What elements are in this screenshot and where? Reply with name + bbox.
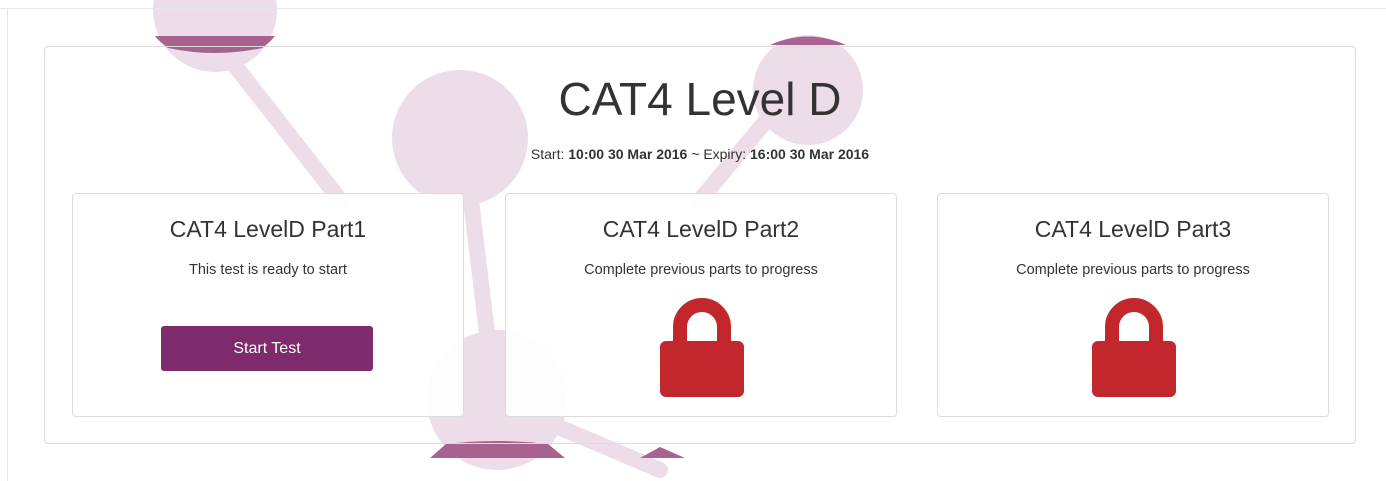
part-title: CAT4 LevelD Part1 [169, 216, 367, 242]
expiry-datetime: 16:00 30 Mar 2016 [750, 146, 870, 162]
part-status-message: Complete previous parts to progress [584, 262, 818, 278]
start-datetime: 10:00 30 Mar 2016 [568, 146, 688, 162]
lock-icon [660, 298, 744, 397]
part-title: CAT4 LevelD Part3 [1034, 216, 1232, 242]
expiry-label: Expiry: [703, 146, 747, 162]
lock-icon [1092, 298, 1176, 397]
page-frame: CAT4 Level D Start: 10:00 30 Mar 2016 ~ … [0, 0, 1386, 481]
part-title: CAT4 LevelD Part2 [602, 216, 800, 242]
date-separator: ~ [691, 146, 700, 162]
part-status-message: Complete previous parts to progress [1016, 262, 1250, 278]
part-status-message: This test is ready to start [189, 262, 347, 278]
test-part-card-2: CAT4 LevelD Part2 Complete previous part… [505, 193, 897, 417]
test-part-card-1: CAT4 LevelD Part1 This test is ready to … [72, 193, 464, 417]
frame-top-edge [0, 8, 1386, 9]
start-test-button[interactable]: Start Test [161, 326, 373, 371]
start-label: Start: [530, 146, 565, 162]
page-title: CAT4 Level D [558, 73, 842, 125]
exam-dates: Start: 10:00 30 Mar 2016 ~ Expiry: 16:00… [0, 146, 1386, 162]
test-part-card-3: CAT4 LevelD Part3 Complete previous part… [937, 193, 1329, 417]
